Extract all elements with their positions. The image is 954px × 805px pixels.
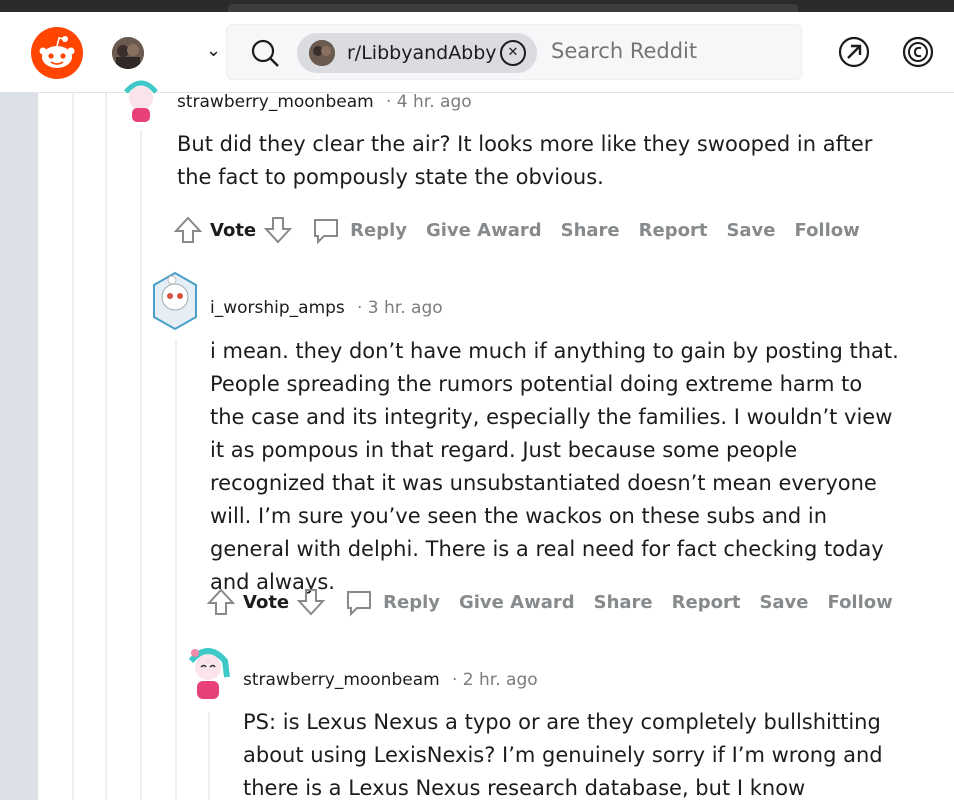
subreddit-avatar <box>309 40 335 66</box>
vote-count: Vote <box>243 591 290 613</box>
give-award-button[interactable]: Give Award <box>426 220 542 241</box>
downvote-icon[interactable] <box>295 586 327 618</box>
active-tab-edge <box>228 4 798 12</box>
reddit-logo-icon[interactable] <box>31 27 83 79</box>
chevron-down-icon[interactable]: ⌄ <box>206 40 221 61</box>
share-button[interactable]: Share <box>594 592 653 613</box>
thread-line[interactable] <box>175 340 177 800</box>
comment-body: But did they clear the air? It looks mor… <box>177 132 873 189</box>
search-bar[interactable]: r/LibbyandAbby ✕ <box>226 24 802 80</box>
follow-button[interactable]: Follow <box>795 220 860 241</box>
coins-icon[interactable] <box>902 36 934 68</box>
follow-button[interactable]: Follow <box>828 592 893 613</box>
comment-author[interactable]: strawberry_moonbeam <box>177 92 374 112</box>
community-avatar[interactable] <box>112 37 144 69</box>
subreddit-chip-label: r/LibbyandAbby <box>347 42 497 64</box>
subreddit-filter-chip[interactable]: r/LibbyandAbby ✕ <box>297 33 537 73</box>
report-button[interactable]: Report <box>639 220 708 241</box>
comment-time[interactable]: · 4 hr. ago <box>386 92 472 112</box>
avatar[interactable] <box>152 271 198 331</box>
save-button[interactable]: Save <box>759 592 808 613</box>
browser-top-strip <box>0 0 954 14</box>
reply-button[interactable]: Reply <box>310 214 407 246</box>
comment-bubble-icon <box>343 586 375 618</box>
thread-line[interactable] <box>105 93 107 800</box>
give-award-button[interactable]: Give Award <box>459 592 575 613</box>
thread-line[interactable] <box>72 93 74 800</box>
comment-author[interactable]: i_worship_amps <box>210 298 345 318</box>
avatar[interactable] <box>185 645 231 699</box>
comment-bubble-icon <box>310 214 342 246</box>
browser-tab-bar <box>0 0 954 12</box>
close-icon[interactable]: ✕ <box>500 40 526 66</box>
comment-actions: Vote Reply Give Award Share Report Save … <box>172 210 879 250</box>
report-button[interactable]: Report <box>672 592 741 613</box>
comment-actions: Vote Reply Give Award Share Report Save … <box>205 582 912 622</box>
popular-arrow-icon[interactable] <box>838 36 870 68</box>
downvote-icon[interactable] <box>262 214 294 246</box>
upvote-icon[interactable] <box>172 214 204 246</box>
comment-time[interactable]: · 2 hr. ago <box>452 670 538 690</box>
comment-author[interactable]: strawberry_moonbeam <box>243 670 440 690</box>
upvote-icon[interactable] <box>205 586 237 618</box>
reply-button[interactable]: Reply <box>343 586 440 618</box>
avatar[interactable] <box>118 80 164 130</box>
search-input[interactable] <box>549 38 783 64</box>
thread-line[interactable] <box>208 712 210 800</box>
comment-time[interactable]: · 3 hr. ago <box>357 298 443 318</box>
left-gutter <box>0 93 38 800</box>
vote-count: Vote <box>210 219 257 241</box>
save-button[interactable]: Save <box>726 220 775 241</box>
comment-body: i mean. they don’t have much if anything… <box>210 339 899 594</box>
thread-line[interactable] <box>140 130 142 800</box>
search-icon <box>249 37 281 73</box>
comment-body: PS: is Lexus Nexus a typo or are they co… <box>243 710 883 800</box>
share-button[interactable]: Share <box>561 220 620 241</box>
